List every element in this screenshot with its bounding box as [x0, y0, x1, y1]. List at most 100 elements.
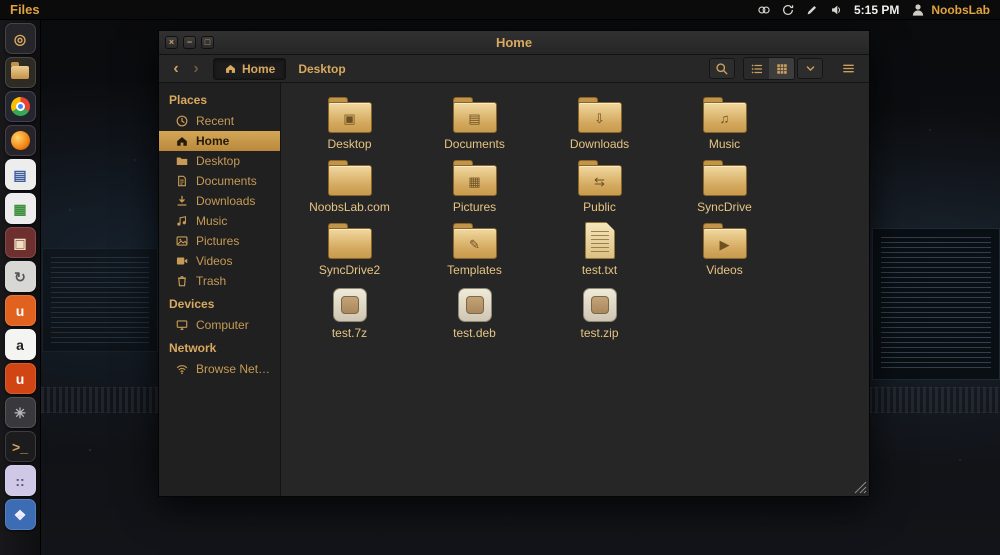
file-music[interactable]: ♫ Music: [669, 95, 781, 158]
indicator-area: 5:15 PM NoobsLab: [757, 2, 990, 18]
close-button[interactable]: ×: [165, 36, 178, 49]
breadcrumb-home[interactable]: Home: [213, 57, 287, 80]
app-menu-files[interactable]: Files: [10, 2, 40, 17]
dock-tweak-icon[interactable]: ::: [4, 465, 36, 496]
sidebar-item-pictures[interactable]: Pictures: [159, 231, 280, 251]
templates-emblem-icon: ✎: [469, 237, 480, 252]
speaker-icon[interactable]: [829, 3, 843, 17]
sidebar-item-browse-net[interactable]: Browse Net…: [159, 359, 280, 379]
resize-grip[interactable]: [854, 481, 867, 494]
file-test-txt[interactable]: test.txt: [544, 221, 656, 284]
sidebar-item-desktop[interactable]: Desktop: [159, 151, 280, 171]
file-templates[interactable]: ✎ Templates: [419, 221, 531, 284]
dock-updater-icon[interactable]: ↻: [4, 261, 36, 292]
sidebar: Places Recent Home Desktop Documents Download…: [159, 83, 281, 496]
view-toggle: [743, 57, 795, 80]
dock-chrome-icon[interactable]: [4, 91, 36, 122]
dock-dash-icon[interactable]: ◎: [4, 23, 36, 54]
folder-icon: ▤: [452, 97, 497, 133]
pencil-icon[interactable]: [805, 3, 819, 17]
sidebar-item-computer[interactable]: Computer: [159, 315, 280, 335]
desktop-emblem-icon: ▣: [343, 111, 356, 126]
file-syncdrive2[interactable]: SyncDrive2: [294, 221, 406, 284]
file-label: SyncDrive2: [318, 264, 381, 277]
downloads-emblem-icon: ⇩: [594, 111, 605, 126]
circles-icon[interactable]: [757, 3, 771, 17]
file-public[interactable]: ⇆ Public: [544, 158, 656, 221]
file-desktop[interactable]: ▣ Desktop: [294, 95, 406, 158]
file-label: Templates: [447, 264, 502, 277]
folder-icon: [327, 160, 372, 196]
sidebar-item-trash[interactable]: Trash: [159, 271, 280, 291]
file-label: test.zip: [580, 327, 619, 340]
file-label: test.7z: [331, 327, 368, 340]
file-videos[interactable]: ▶ Videos: [669, 221, 781, 284]
dock-ubuntu-one-icon[interactable]: u: [4, 363, 36, 394]
search-button[interactable]: [709, 58, 735, 79]
dock-terminal-icon[interactable]: >_: [4, 431, 36, 462]
archive-file-icon: [332, 288, 367, 322]
window-body: Places Recent Home Desktop Documents Download…: [159, 83, 869, 496]
sidebar-item-music[interactable]: Music: [159, 211, 280, 231]
archive-file-icon: [582, 288, 617, 322]
file-noobslab-com[interactable]: NoobsLab.com: [294, 158, 406, 221]
user-icon: [910, 2, 926, 18]
window-title: Home: [495, 35, 533, 50]
file-label: Videos: [706, 264, 743, 277]
dock-amazon-icon[interactable]: a: [4, 329, 36, 360]
dock-settings-icon[interactable]: ✳: [4, 397, 36, 428]
status-icons: [757, 3, 843, 17]
folder-icon: ▣: [327, 97, 372, 133]
dock-calc-icon[interactable]: ▦: [4, 193, 36, 224]
folder-icon: ♫: [702, 97, 747, 133]
session-menu[interactable]: NoobsLab: [910, 2, 990, 18]
sidebar-heading-devices: Devices: [169, 297, 215, 311]
file-label: Desktop: [327, 138, 372, 151]
grid-view-button[interactable]: [769, 58, 794, 79]
toolbar: ‹ › Home Desktop: [159, 55, 869, 83]
dock-writer-icon[interactable]: ▤: [4, 159, 36, 190]
file-documents[interactable]: ▤ Documents: [419, 95, 531, 158]
folder-icon: ▶: [702, 223, 747, 259]
file-test-7z[interactable]: test.7z: [294, 284, 406, 347]
dock-firefox-icon[interactable]: [4, 125, 36, 156]
window-menu-button[interactable]: [835, 58, 861, 79]
pictures-emblem-icon: ▦: [468, 174, 481, 189]
minimize-button[interactable]: −: [183, 36, 196, 49]
sidebar-item-downloads[interactable]: Downloads: [159, 191, 280, 211]
back-button[interactable]: ‹: [167, 60, 185, 77]
file-label: test.txt: [581, 264, 618, 277]
maximize-button[interactable]: □: [201, 36, 214, 49]
sidebar-heading-network: Network: [169, 341, 217, 355]
sidebar-item-recent[interactable]: Recent: [159, 111, 280, 131]
zoom-dropdown-button[interactable]: [797, 58, 823, 79]
wallpaper-screenshot-right: [872, 228, 1000, 380]
wallpaper-screenshot-left: [42, 248, 158, 352]
dock-files-icon[interactable]: [4, 57, 36, 88]
list-view-button[interactable]: [744, 58, 769, 79]
sidebar-item-documents[interactable]: Documents: [159, 171, 280, 191]
dock-workspace-icon[interactable]: ❖: [4, 499, 36, 530]
sidebar-item-home[interactable]: Home: [159, 131, 280, 151]
file-pictures[interactable]: ▦ Pictures: [419, 158, 531, 221]
folder-icon: ✎: [452, 223, 497, 259]
folder-icon: ▦: [452, 160, 497, 196]
file-view: ▣ Desktop ▤ Documents ⇩ Downloads ♫ Music NoobsL…: [281, 83, 869, 496]
breadcrumb-desktop[interactable]: Desktop: [288, 59, 355, 79]
clock[interactable]: 5:15 PM: [854, 3, 899, 17]
file-syncdrive[interactable]: SyncDrive: [669, 158, 781, 221]
dock-software-center-icon[interactable]: u: [4, 295, 36, 326]
file-label: Downloads: [569, 138, 630, 151]
file-test-deb[interactable]: test.deb: [419, 284, 531, 347]
sidebar-item-videos[interactable]: Videos: [159, 251, 280, 271]
file-test-zip[interactable]: test.zip: [544, 284, 656, 347]
titlebar[interactable]: × − □ Home: [159, 31, 869, 55]
dock-impress-icon[interactable]: ▣: [4, 227, 36, 258]
sync-icon[interactable]: [781, 3, 795, 17]
forward-button[interactable]: ›: [187, 60, 205, 77]
public-emblem-icon: ⇆: [594, 174, 605, 189]
documents-emblem-icon: ▤: [468, 111, 481, 126]
file-grid: ▣ Desktop ▤ Documents ⇩ Downloads ♫ Music NoobsL…: [287, 95, 869, 347]
file-downloads[interactable]: ⇩ Downloads: [544, 95, 656, 158]
folder-icon: ⇆: [577, 160, 622, 196]
